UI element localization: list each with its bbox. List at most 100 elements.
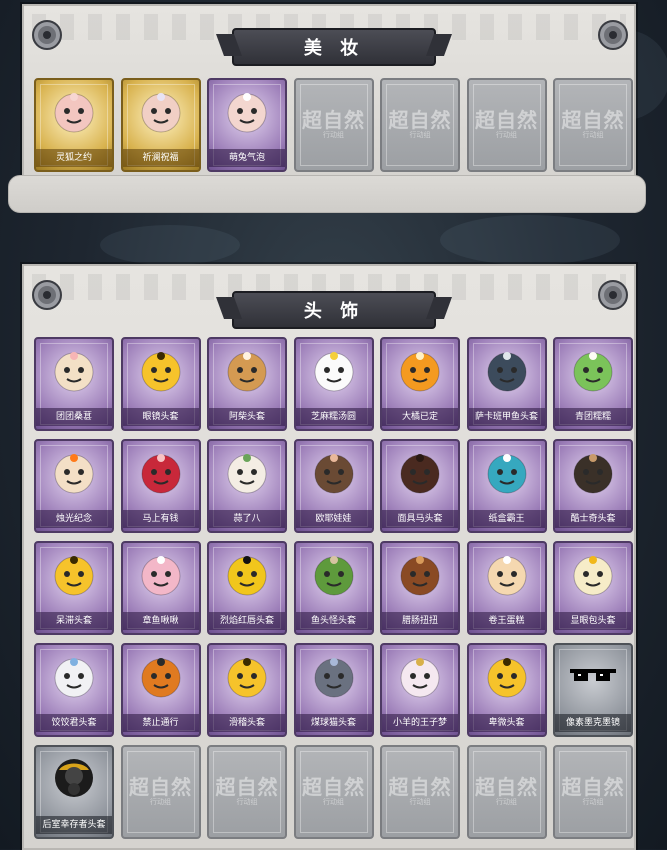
item-card[interactable]: 眼镜头套 xyxy=(120,337,201,431)
locked-item-card: 超自然 行动组 xyxy=(553,745,633,839)
item-label: 小羊的王子梦 xyxy=(382,714,458,732)
item-card[interactable]: 煤球猫头套 xyxy=(293,643,374,737)
humble-face-mask-icon xyxy=(483,653,531,701)
item-label: 显眼包头套 xyxy=(555,612,631,630)
sheep-prince-mask-icon xyxy=(396,653,444,701)
item-label: 像素墨克墨镜 xyxy=(555,714,631,732)
fish-head-mask-icon xyxy=(310,551,358,599)
item-card[interactable]: 禁止通行 xyxy=(120,643,201,737)
watermark-title: 超自然 xyxy=(388,108,452,132)
watermark-subtitle: 行动组 xyxy=(582,131,604,139)
item-label: 青团糯糯 xyxy=(555,408,631,426)
item-label: 禁止通行 xyxy=(122,714,199,732)
item-label: 大橘已定 xyxy=(382,408,458,426)
smirk-face-mask-icon xyxy=(223,653,271,701)
item-label: 灵狐之约 xyxy=(36,149,112,167)
item-card[interactable]: 呆滞头套 xyxy=(34,541,114,635)
panel-corner-ornament-icon xyxy=(32,20,62,50)
dino-box-mask-icon xyxy=(483,449,531,497)
orange-mask-icon xyxy=(396,347,444,395)
item-card[interactable]: 祈澜祝福 xyxy=(120,78,201,172)
item-card[interactable]: 烈焰红唇头套 xyxy=(207,541,287,635)
item-card[interactable]: 面具马头套 xyxy=(380,439,460,533)
item-card[interactable]: 章鱼啾啾 xyxy=(120,541,201,635)
cake-roll-mask-icon xyxy=(483,551,531,599)
item-label: 芝麻糯汤圆 xyxy=(295,408,372,426)
headwear-section-title: 头 饰 xyxy=(232,291,436,329)
watermark-title: 超自然 xyxy=(475,775,538,799)
item-card[interactable]: 鱼头怪头套 xyxy=(293,541,374,635)
item-card[interactable]: 显眼包头套 xyxy=(553,541,633,635)
panel-corner-ornament-icon xyxy=(598,20,628,50)
locked-item-card: 超自然 行动组 xyxy=(380,78,460,172)
item-label: 鱼头怪头套 xyxy=(295,612,372,630)
item-card[interactable]: 灵狐之约 xyxy=(34,78,114,172)
item-label: 面具马头套 xyxy=(382,510,458,528)
watermark-title: 超自然 xyxy=(302,108,365,132)
item-label: 纸盒霸王 xyxy=(468,510,545,528)
watermark-title: 超自然 xyxy=(388,775,452,799)
crown-face-mask-icon xyxy=(569,551,617,599)
red-horse-mask-icon xyxy=(137,449,185,497)
item-label: 卑微头套 xyxy=(468,714,545,732)
item-card[interactable]: 纸盒霸王 xyxy=(466,439,547,533)
item-card[interactable]: 马上有钱 xyxy=(120,439,201,533)
item-label: 章鱼啾啾 xyxy=(122,612,199,630)
item-card[interactable]: 欧耶娃娃 xyxy=(293,439,374,533)
item-label: 饺饺君头套 xyxy=(36,714,112,732)
item-card[interactable]: 青团糯糯 xyxy=(553,337,633,431)
watermark-title: 超自然 xyxy=(302,775,365,799)
item-label: 呆滞头套 xyxy=(36,612,112,630)
watermark-subtitle: 行动组 xyxy=(496,798,517,806)
item-label: 团团桑葚 xyxy=(36,408,112,426)
locked-item-card: 超自然 行动组 xyxy=(120,745,201,839)
item-card[interactable]: 后室幸存者头套 xyxy=(34,745,114,839)
pikachu-mask-icon xyxy=(223,551,271,599)
item-card[interactable]: 大橘已定 xyxy=(380,337,460,431)
item-card[interactable]: 小羊的王子梦 xyxy=(380,643,460,737)
hamster-mask-icon xyxy=(50,347,98,395)
halo-head-icon xyxy=(223,88,271,136)
horse-mask-icon xyxy=(396,449,444,497)
item-card[interactable]: 卷王蛋糕 xyxy=(466,541,547,635)
locked-item-card: 超自然 行动组 xyxy=(466,78,547,172)
item-card[interactable]: 饺饺君头套 xyxy=(34,643,114,737)
octopus-mask-icon xyxy=(137,551,185,599)
dachshund-mask-icon xyxy=(396,551,444,599)
traffic-cone-mask-icon xyxy=(137,653,185,701)
locked-item-card: 超自然 行动组 xyxy=(380,745,460,839)
item-card[interactable]: 萌兔气泡 xyxy=(207,78,287,172)
shiba-mask-icon xyxy=(223,347,271,395)
watermark-subtitle: 行动组 xyxy=(582,798,604,806)
item-card[interactable]: 滑稽头套 xyxy=(207,643,287,737)
watermark-title: 超自然 xyxy=(129,775,192,799)
panel-corner-ornament-icon xyxy=(598,280,628,310)
item-card[interactable]: 烛光纪念 xyxy=(34,439,114,533)
rice-ball-mask-icon xyxy=(310,347,358,395)
locked-item-card: 超自然 行动组 xyxy=(466,745,547,839)
grin-face-mask-icon xyxy=(137,347,185,395)
item-label: 后室幸存者头套 xyxy=(36,816,112,834)
item-label: 眼镜头套 xyxy=(122,408,199,426)
item-card[interactable]: 酷士奇头套 xyxy=(553,439,633,533)
winged-head-icon xyxy=(137,88,185,136)
item-card[interactable]: 腊肠扭扭 xyxy=(380,541,460,635)
makeup-section-title: 美 妆 xyxy=(232,28,436,66)
doll-mask-icon xyxy=(310,449,358,497)
panel-corner-ornament-icon xyxy=(32,280,62,310)
item-label: 阿柴头套 xyxy=(209,408,285,426)
item-card[interactable]: 阿柴头套 xyxy=(207,337,287,431)
item-card[interactable]: 芝麻糯汤圆 xyxy=(293,337,374,431)
item-label: 卷王蛋糕 xyxy=(468,612,545,630)
dazed-face-mask-icon xyxy=(50,551,98,599)
item-card[interactable]: 像素墨克墨镜 xyxy=(553,643,633,737)
item-card[interactable]: 团团桑葚 xyxy=(34,337,114,431)
locked-item-card: 超自然 行动组 xyxy=(207,745,287,839)
item-card[interactable]: 蒜了八 xyxy=(207,439,287,533)
watermark-subtitle: 行动组 xyxy=(496,131,517,139)
item-card[interactable]: 萨卡班甲鱼头套 xyxy=(466,337,547,431)
candle-mask-icon xyxy=(50,449,98,497)
watermark-subtitle: 行动组 xyxy=(323,798,344,806)
item-card[interactable]: 卑微头套 xyxy=(466,643,547,737)
watermark-title: 超自然 xyxy=(215,775,279,799)
